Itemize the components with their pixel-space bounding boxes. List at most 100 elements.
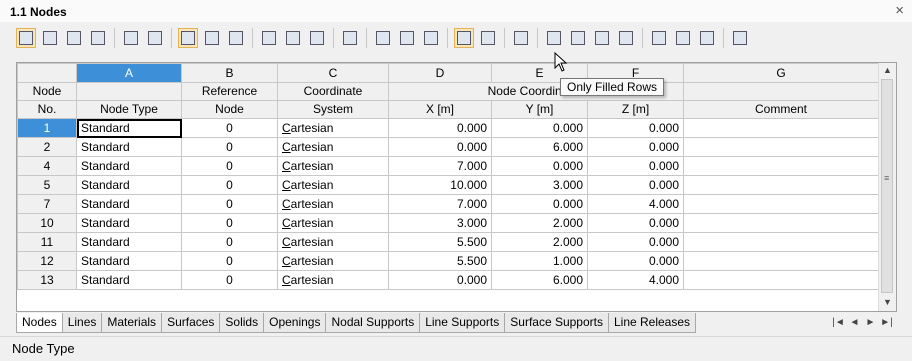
coordinate-system-cell[interactable]: Cartesian	[277, 213, 389, 233]
x-coordinate-cell[interactable]: 0.000	[388, 137, 492, 157]
row-number-cell[interactable]: 4	[17, 156, 77, 176]
row-number-cell[interactable]: 7	[17, 194, 77, 214]
row-number-cell[interactable]: 5	[17, 175, 77, 195]
x-coordinate-cell[interactable]: 10.000	[388, 175, 492, 195]
graphics-icon[interactable]	[544, 28, 564, 48]
row-up-icon[interactable]	[397, 28, 417, 48]
reference-node-cell[interactable]: 0	[181, 232, 278, 252]
column-letter-b[interactable]: B	[181, 63, 278, 83]
node-type-cell[interactable]: Standard	[76, 118, 182, 138]
node-type-cell[interactable]: Standard	[76, 137, 182, 157]
node-type-cell[interactable]: Standard	[76, 175, 182, 195]
y-coordinate-cell[interactable]: 6.000	[491, 270, 588, 290]
table-row[interactable]: 10 Standard 0 Cartesian 3.000 2.000 0.000	[17, 213, 879, 233]
z-coordinate-cell[interactable]: 4.000	[587, 270, 684, 290]
x-coordinate-cell[interactable]: 3.000	[388, 213, 492, 233]
node-type-cell[interactable]: Standard	[76, 194, 182, 214]
comment-cell[interactable]	[683, 232, 879, 252]
corner-cell[interactable]	[17, 63, 77, 83]
tab-surfaces[interactable]: Surfaces	[161, 313, 221, 333]
insert-row-icon[interactable]	[40, 28, 60, 48]
excel-icon[interactable]	[592, 28, 612, 48]
tab-last-icon[interactable]: ►|	[880, 315, 893, 330]
clear-icon[interactable]	[88, 28, 108, 48]
sync-icon[interactable]	[226, 28, 246, 48]
z-coordinate-cell[interactable]: 0.000	[587, 232, 684, 252]
coordinate-system-cell[interactable]: Cartesian	[277, 137, 389, 157]
table-view-icon[interactable]	[16, 28, 36, 48]
clear-cells-icon[interactable]	[340, 28, 360, 48]
all-rows-icon[interactable]	[478, 28, 498, 48]
reference-node-cell[interactable]: 0	[181, 118, 278, 138]
x-coordinate-cell[interactable]: 5.500	[388, 251, 492, 271]
coordinate-system-cell[interactable]: Cartesian	[277, 194, 389, 214]
row-number-cell[interactable]: 13	[17, 270, 77, 290]
table-row[interactable]: 13 Standard 0 Cartesian 0.000 6.000 4.000	[17, 270, 879, 290]
column-letter-d[interactable]: D	[388, 63, 492, 83]
tab-first-icon[interactable]: |◄	[832, 315, 845, 330]
text-icon[interactable]	[649, 28, 669, 48]
reference-node-cell[interactable]: 0	[181, 194, 278, 214]
reference-node-cell[interactable]: 0	[181, 213, 278, 233]
node-type-cell[interactable]: Standard	[76, 232, 182, 252]
glasses-icon[interactable]	[568, 28, 588, 48]
comment-cell[interactable]	[683, 251, 879, 271]
reference-node-cell[interactable]: 0	[181, 251, 278, 271]
tab-solids[interactable]: Solids	[219, 313, 265, 333]
node-type-cell[interactable]: Standard	[76, 251, 182, 271]
row-number-cell[interactable]: 10	[17, 213, 77, 233]
row-number-cell[interactable]: 1	[17, 118, 77, 138]
table-row[interactable]: 11 Standard 0 Cartesian 5.500 2.000 0.000	[17, 232, 879, 252]
z-coordinate-cell[interactable]: 4.000	[587, 194, 684, 214]
tab-nodes[interactable]: Nodes	[16, 313, 63, 333]
fx-icon[interactable]	[673, 28, 693, 48]
row-down-icon[interactable]	[421, 28, 441, 48]
x-coordinate-cell[interactable]: 7.000	[388, 156, 492, 176]
tab-lines[interactable]: Lines	[61, 313, 103, 333]
export-icon[interactable]	[145, 28, 165, 48]
tab-line-supports[interactable]: Line Supports	[419, 313, 506, 333]
vertical-scrollbar[interactable]: ▲ ≡ ▼	[878, 63, 896, 311]
scroll-thumb[interactable]	[881, 79, 893, 293]
x-coordinate-cell[interactable]: 7.000	[388, 194, 492, 214]
close-icon[interactable]: ×	[895, 2, 904, 19]
delete-row-icon[interactable]	[64, 28, 84, 48]
coordinate-system-cell[interactable]: Cartesian	[277, 156, 389, 176]
column-letter-g[interactable]: G	[683, 63, 879, 83]
comment-cell[interactable]	[683, 270, 879, 290]
cut-icon[interactable]	[259, 28, 279, 48]
comment-cell[interactable]	[683, 194, 879, 214]
row-number-cell[interactable]: 11	[17, 232, 77, 252]
comment-cell[interactable]	[683, 156, 879, 176]
z-coordinate-cell[interactable]: 0.000	[587, 137, 684, 157]
z-coordinate-cell[interactable]: 0.000	[587, 175, 684, 195]
coordinate-system-cell[interactable]: Cartesian	[277, 270, 389, 290]
row-number-cell[interactable]: 12	[17, 251, 77, 271]
scroll-down-icon[interactable]: ▼	[883, 297, 892, 307]
mark-delete-icon[interactable]	[373, 28, 393, 48]
row-number-cell[interactable]: 2	[17, 137, 77, 157]
edit-icon[interactable]	[511, 28, 531, 48]
node-type-cell[interactable]: Standard	[76, 156, 182, 176]
z-coordinate-cell[interactable]: 0.000	[587, 213, 684, 233]
table-row[interactable]: 2 Standard 0 Cartesian 0.000 6.000 0.000	[17, 137, 879, 157]
table-row[interactable]: 4 Standard 0 Cartesian 7.000 0.000 0.000	[17, 156, 879, 176]
tab-openings[interactable]: Openings	[263, 313, 327, 333]
y-coordinate-cell[interactable]: 0.000	[491, 194, 588, 214]
y-coordinate-cell[interactable]: 3.000	[491, 175, 588, 195]
tab-surface-supports[interactable]: Surface Supports	[504, 313, 609, 333]
x-coordinate-cell[interactable]: 0.000	[388, 270, 492, 290]
comment-cell[interactable]	[683, 213, 879, 233]
fx-strike-icon[interactable]	[697, 28, 717, 48]
x-coordinate-cell[interactable]: 0.000	[388, 118, 492, 138]
paste-icon[interactable]	[307, 28, 327, 48]
lock-icon[interactable]	[730, 28, 750, 48]
comment-cell[interactable]	[683, 137, 879, 157]
column-letter-c[interactable]: C	[277, 63, 389, 83]
node-type-cell[interactable]: Standard	[76, 270, 182, 290]
tab-next-icon[interactable]: ►	[864, 315, 877, 330]
reference-node-cell[interactable]: 0	[181, 156, 278, 176]
table-row[interactable]: 1 Standard 0 Cartesian 0.000 0.000 0.000	[17, 118, 879, 138]
tab-materials[interactable]: Materials	[101, 313, 163, 333]
copy-icon[interactable]	[283, 28, 303, 48]
